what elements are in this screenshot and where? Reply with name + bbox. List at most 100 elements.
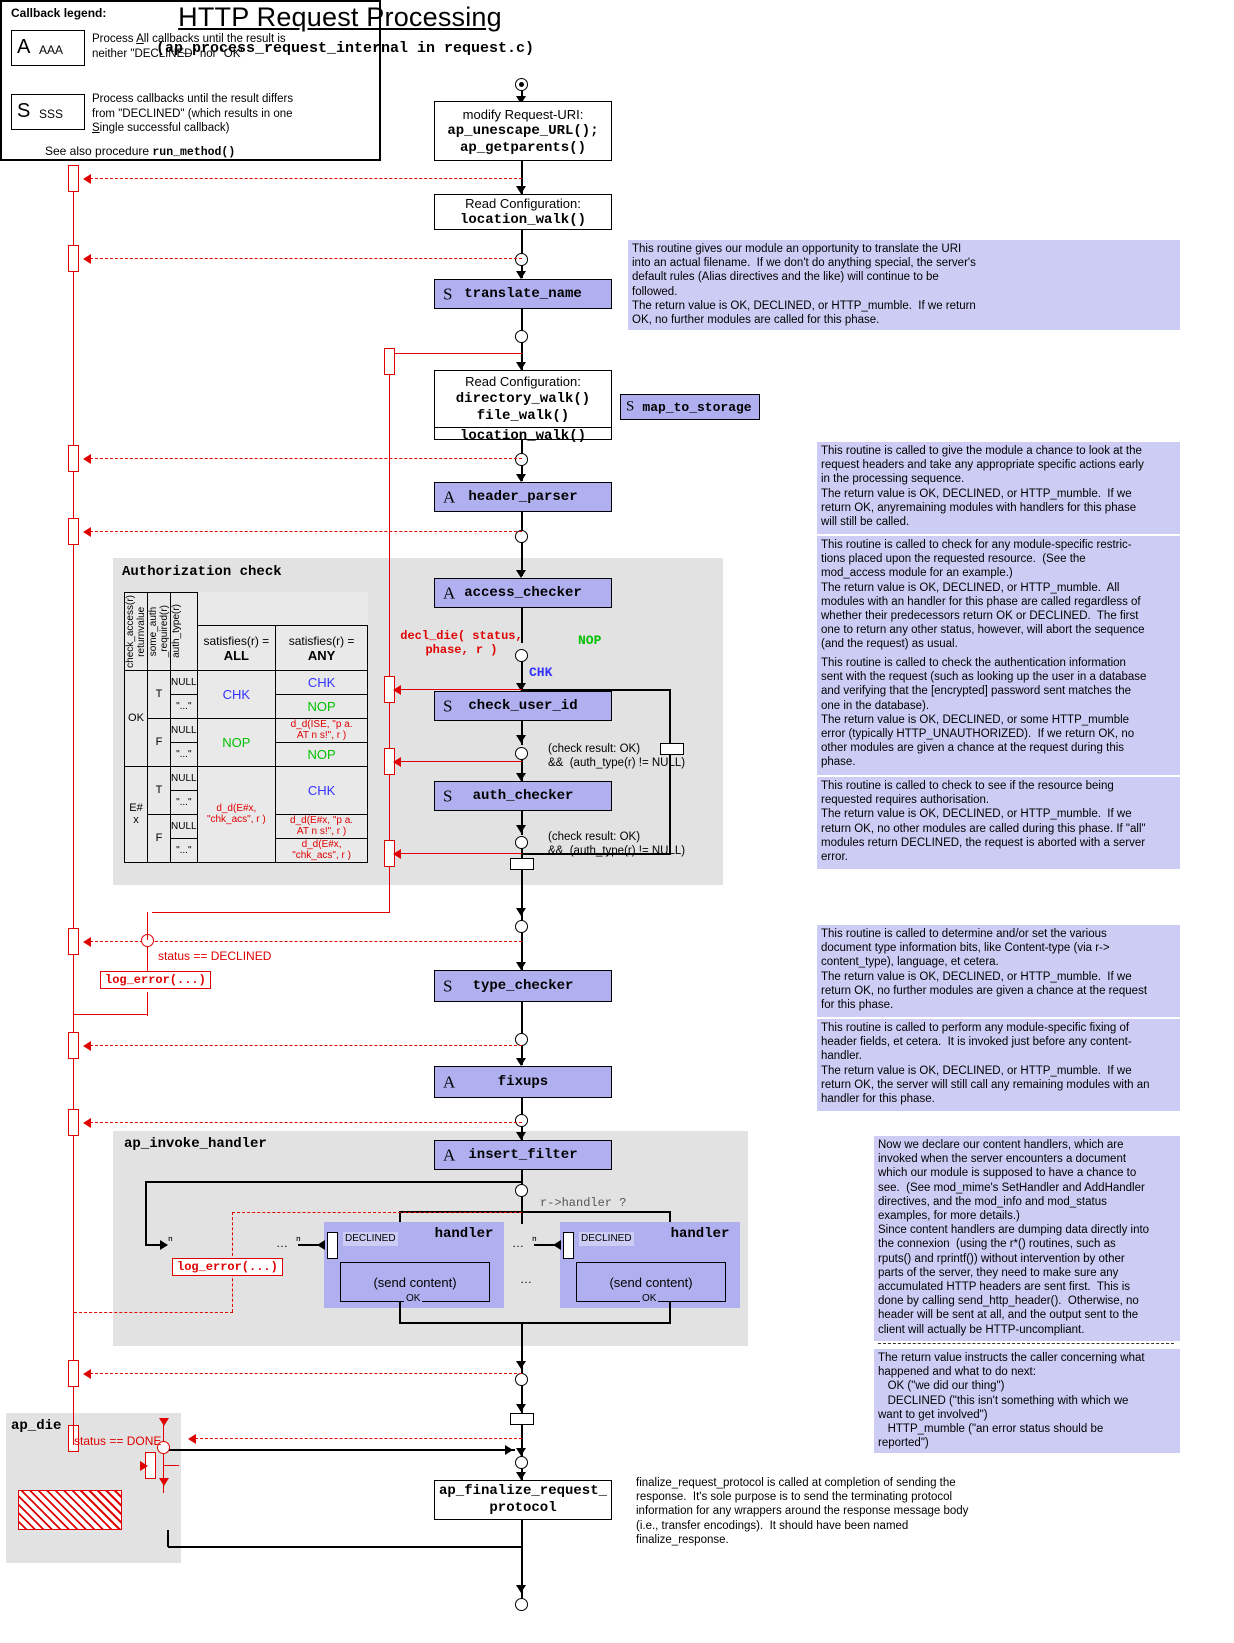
tilde-2: ⁿ — [532, 1232, 537, 1247]
arrow-down — [516, 825, 526, 833]
apdie-down — [163, 1453, 165, 1493]
red-return-1 — [85, 178, 522, 179]
arrow-down — [516, 1448, 526, 1456]
arrow-down — [516, 1585, 526, 1593]
handler-loopback-top — [146, 1181, 522, 1183]
arrow-down — [516, 362, 526, 370]
decl-die-line-3 — [395, 853, 522, 855]
ap-die-return-up — [167, 1530, 169, 1547]
arrow-down — [516, 570, 526, 578]
arrow-left — [393, 849, 401, 859]
arrow-down — [516, 1404, 526, 1412]
read-config-2-body: directory_walk() file_walk() — [455, 391, 591, 424]
spine-seg — [521, 1196, 523, 1212]
declined-down-2 — [147, 992, 149, 1016]
node-translate-name[interactable]: S translate_name — [434, 279, 612, 309]
node-tag: A — [443, 1145, 456, 1165]
note-handler-a: Now we declare our content handlers, whi… — [874, 1136, 1180, 1341]
node-header-parser[interactable]: A header_parser — [434, 482, 612, 512]
note-divider — [878, 1343, 1174, 1344]
col-header-check-access: check_access(r) returnvalue — [125, 595, 147, 668]
handler-error-to-rail — [74, 1312, 233, 1313]
cell-type-dots: "..." — [170, 693, 198, 719]
node-tag: A — [443, 487, 456, 507]
arrow-down — [159, 1418, 169, 1426]
spine-seg — [521, 309, 523, 331]
arrow-down — [159, 1478, 169, 1486]
legend-desc-single: Process callbacks until the result diffe… — [92, 93, 294, 134]
node-check-user-id[interactable]: S check_user_id — [434, 691, 612, 721]
node-auth-checker[interactable]: S auth_checker — [434, 781, 612, 811]
node-label: translate_name — [464, 285, 582, 302]
cell-type-dots: "..." — [170, 837, 198, 863]
arrow-right — [160, 1240, 168, 1250]
cell-ret-ex: E# x — [124, 765, 148, 863]
node-tag: S — [443, 786, 453, 806]
label-status-done: status == DONE — [74, 1434, 162, 1448]
rail-port-2 — [68, 245, 79, 272]
ap-die-terminator — [18, 1490, 122, 1530]
rail-port-4 — [68, 518, 79, 545]
bar-pre-finalize — [510, 1413, 534, 1425]
ellipsis-1: … — [276, 1236, 288, 1250]
box-log-error-2: log_error(...) — [172, 1258, 283, 1276]
arrow-down — [516, 271, 526, 279]
port-declined-1 — [327, 1232, 338, 1259]
label-check-result-2: (check result: OK) && (auth_type(r) != NU… — [548, 831, 686, 857]
node-access-checker[interactable]: A access_checker — [434, 578, 612, 608]
node-tag: A — [443, 583, 456, 603]
legend-heading: Callback legend: — [11, 6, 107, 20]
tilde-3: ⁿ — [168, 1232, 173, 1247]
arrow-right — [140, 1461, 148, 1471]
cell-auth-t: T — [147, 669, 171, 719]
node-type-checker[interactable]: S type_checker — [434, 970, 612, 1002]
legend-box-single: S SSS — [11, 94, 85, 130]
decl-die-bottom — [152, 912, 390, 914]
label-status-declined: status == DECLINED — [158, 949, 272, 963]
node-fixups[interactable]: A fixups — [434, 1066, 612, 1098]
col-header-auth-type: auth_type(r) — [171, 604, 182, 659]
arrow-down — [516, 1132, 526, 1140]
handler-out-right — [669, 1302, 671, 1324]
cell-any-dd-ise: d_d(ISE, "p a. AT n s!", r ) — [275, 717, 369, 743]
arrow-down — [516, 186, 526, 194]
node-label: header_parser — [468, 488, 578, 505]
cell-any-nop: NOP — [275, 741, 369, 767]
arrow-right — [505, 1445, 513, 1455]
label-r-handler: r->handler ? — [540, 1196, 627, 1210]
col-header-some-auth: some_auth _required(r) — [148, 605, 170, 658]
apdie-drop — [163, 1425, 165, 1439]
node-tag: S — [443, 696, 453, 716]
branch-nop-down — [669, 689, 671, 746]
red-return-8 — [85, 1373, 522, 1374]
arrow-down — [516, 908, 526, 916]
note-header-parser: This routine is called to give the modul… — [817, 442, 1180, 534]
note-check-user-id: This routine is called to check the auth… — [817, 654, 1180, 775]
node-insert-filter[interactable]: A insert_filter — [434, 1140, 612, 1170]
ellipsis-2: … — [512, 1236, 524, 1250]
note-translate-name: This routine gives our module an opportu… — [628, 240, 1180, 330]
node-finalize-request-protocol: ap_finalize_request_ protocol — [434, 1480, 612, 1520]
read-config-1-title: Read Configuration: — [465, 196, 581, 211]
read-config-1-body: location_walk() — [459, 212, 587, 228]
cell-auth-f: F — [147, 717, 171, 767]
cell-type-null: NULL — [170, 813, 198, 839]
node-read-configuration-2: Read Configuration: directory_walk() fil… — [434, 370, 612, 444]
send-content-label-1: (send content) — [373, 1274, 457, 1290]
cell-any-chk: CHK — [275, 669, 369, 695]
node-tag: S — [443, 284, 453, 304]
spine-seg — [521, 230, 523, 254]
col-header-all: satisfies(r) = ALL — [196, 625, 277, 671]
note-finalize: finalize_request_protocol is called at c… — [636, 1477, 969, 1546]
label-declined-1: DECLINED — [343, 1232, 398, 1246]
cell-all-dd-chkacs: d_d(E#x, "chk_acs", r ) — [196, 765, 277, 863]
declined-to-rail — [74, 1014, 148, 1016]
node-map-to-storage[interactable]: S map_to_storage — [620, 394, 760, 420]
read-config-2-foot: location_walk() — [435, 427, 611, 445]
cell-auth-t2: T — [147, 765, 171, 815]
rail-port-7 — [68, 1109, 79, 1136]
declined-out-1 — [298, 1244, 320, 1246]
table-row: F NULL NOP d_d(ISE, "p a. AT n s!", r ) — [125, 717, 369, 767]
cell-auth-f2: F — [147, 813, 171, 863]
cell-all-chk: CHK — [196, 669, 277, 719]
